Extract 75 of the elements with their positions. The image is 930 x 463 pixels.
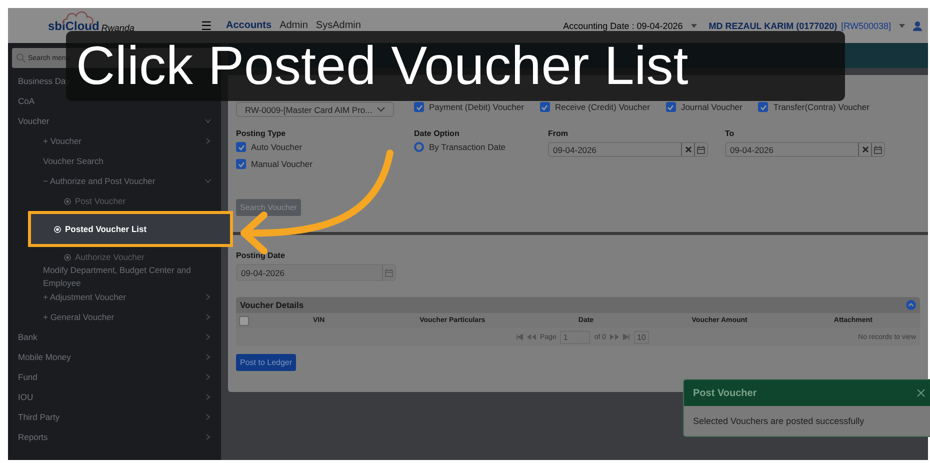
nav-link[interactable]: SysAdmin: [316, 20, 361, 31]
sidebar-item[interactable]: Post Voucher: [8, 191, 221, 211]
radio-button[interactable]: [414, 142, 424, 152]
chevron-down-icon: [377, 107, 385, 112]
sidebar-item[interactable]: Voucher Search: [8, 151, 221, 171]
search-icon: [16, 53, 26, 63]
logo-text: sbiCloud: [48, 18, 100, 32]
field-label: Posting Type: [236, 129, 286, 138]
close-icon[interactable]: [917, 389, 925, 397]
checkbox-option[interactable]: Payment (Debit) Voucher: [414, 102, 524, 112]
caret-icon[interactable]: [899, 24, 905, 28]
clear-icon[interactable]: [858, 143, 871, 156]
user-name[interactable]: MD REZAUL KARIM (0177020): [708, 20, 838, 30]
accounting-date[interactable]: Accounting Date : 09-04-2026: [563, 20, 683, 30]
next-page-icon[interactable]: [610, 334, 620, 340]
cost-center-select[interactable]: RW-0009-[Master Card AIM Pro...: [236, 102, 394, 117]
nav-link[interactable]: Admin: [280, 20, 308, 31]
checkbox-option[interactable]: Manual Voucher: [236, 159, 414, 169]
checkbox[interactable]: [236, 159, 246, 169]
last-page-icon[interactable]: [623, 334, 630, 340]
sidebar-item[interactable]: Reports: [8, 427, 221, 447]
checkbox-option[interactable]: Journal Voucher: [666, 102, 742, 112]
sidebar-item[interactable]: Bank: [8, 327, 221, 347]
page-number-field[interactable]: 1: [560, 330, 590, 344]
radio-option[interactable]: By Transaction Date: [414, 142, 548, 152]
sidebar-item[interactable]: Mobile Money: [8, 347, 221, 367]
sidebar-item[interactable]: Modify Department, Budget Center and Employee: [8, 267, 221, 287]
checkbox[interactable]: [239, 316, 249, 326]
sidebar-item[interactable]: Voucher: [8, 111, 221, 131]
sidebar-item[interactable]: + General Voucher: [8, 307, 221, 327]
calendar-icon[interactable]: [382, 265, 395, 280]
field-label: To: [725, 129, 734, 138]
sidebar-item[interactable]: + Adjustment Voucher: [8, 287, 221, 307]
sidebar-item[interactable]: Posted Voucher List: [28, 211, 233, 247]
calendar-icon[interactable]: [871, 143, 884, 156]
field-label: Date Option: [414, 129, 460, 138]
toast-title: Post Voucher: [693, 388, 757, 398]
menu-icon[interactable]: ☰: [201, 18, 212, 32]
checkbox-option[interactable]: Auto Voucher: [236, 142, 414, 152]
user-code[interactable]: [RW500038]: [841, 20, 891, 30]
checkbox-option[interactable]: Receive (Credit) Voucher: [540, 102, 650, 112]
bullet-icon: [64, 254, 71, 260]
sidebar-item[interactable]: + Voucher: [8, 131, 221, 151]
sidebar-item[interactable]: Third Party: [8, 407, 221, 427]
date-field[interactable]: 09-04-2026: [548, 142, 708, 157]
bullet-icon: [54, 226, 61, 232]
checkbox[interactable]: [666, 102, 676, 112]
grid-title: Voucher Details: [240, 300, 304, 310]
toast-message: Selected Vouchers are posted successfully: [692, 415, 866, 428]
first-page-icon[interactable]: [516, 334, 523, 340]
logo-subtitle: Rwanda: [101, 22, 134, 32]
post-to-ledger-button[interactable]: Post to Ledger: [236, 354, 296, 371]
sidebar-item[interactable]: − Authorize and Post Voucher: [8, 171, 221, 191]
calendar-icon[interactable]: [694, 143, 707, 156]
checkbox[interactable]: [540, 102, 550, 112]
user-icon[interactable]: [913, 20, 922, 30]
checkbox[interactable]: [414, 102, 424, 112]
tutorial-title: Click Posted Voucher List: [76, 35, 688, 97]
checkbox[interactable]: [758, 102, 768, 112]
field-label: Posting Date: [236, 251, 285, 260]
previous-page-icon[interactable]: [527, 334, 536, 340]
clear-icon[interactable]: [681, 143, 694, 156]
field-label: From: [548, 129, 568, 138]
checkbox-option[interactable]: Transfer(Contra) Voucher: [758, 102, 870, 112]
nav-link[interactable]: Accounts: [226, 20, 272, 31]
sidebar-item[interactable]: IOU: [8, 387, 221, 407]
posting-date-field[interactable]: 09-04-2026: [236, 264, 396, 281]
page-size-select[interactable]: 10: [634, 330, 649, 344]
sidebar-item[interactable]: Authorize Voucher: [8, 247, 221, 267]
checkbox[interactable]: [236, 142, 246, 152]
date-field[interactable]: 09-04-2026: [725, 142, 885, 157]
sidebar-item[interactable]: Fund: [8, 367, 221, 387]
bullet-icon: [64, 198, 71, 204]
collapse-icon[interactable]: [906, 300, 916, 310]
caret-icon[interactable]: [690, 24, 697, 28]
